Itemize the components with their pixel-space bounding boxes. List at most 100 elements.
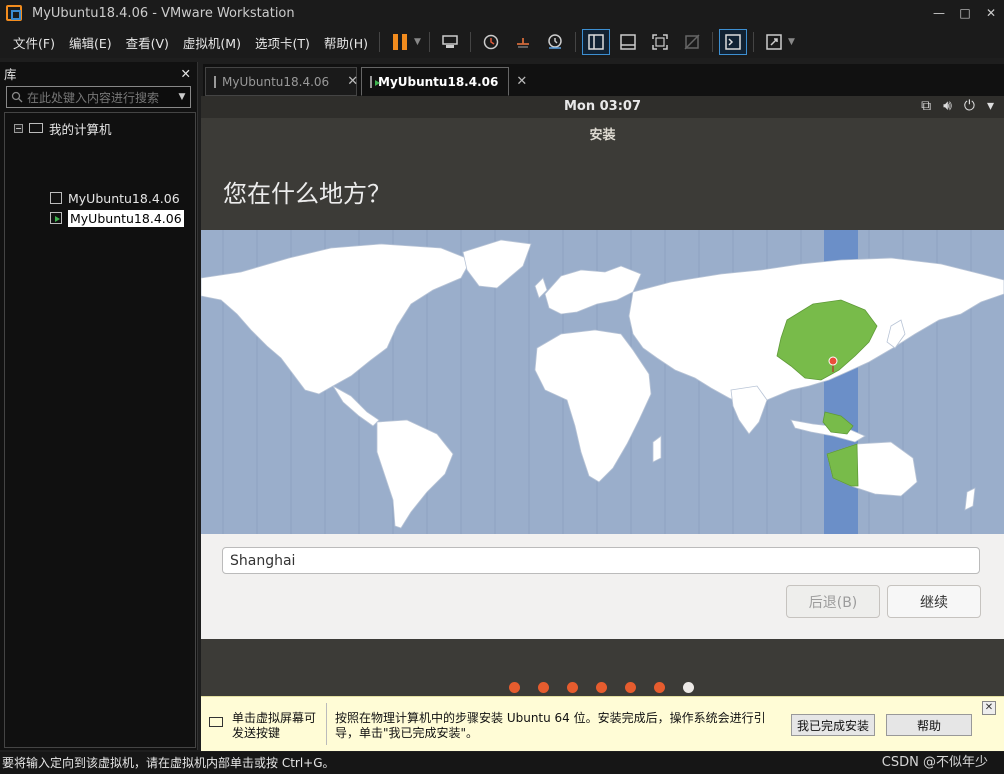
pause-icon <box>393 34 408 50</box>
window-controls: — □ ✕ <box>926 0 1004 26</box>
network-icon[interactable]: ⧉ <box>921 98 931 114</box>
snapshot-manager-button[interactable] <box>541 29 569 55</box>
progress-dot-current <box>683 682 694 693</box>
watermark: CSDN @不似年少 <box>881 755 988 770</box>
install-hint-bar: 单击虚拟屏幕可发送按键 按照在物理计算机中的步骤安装 Ubuntu 64 位。安… <box>201 696 1004 751</box>
vm-icon <box>50 192 62 204</box>
power-icon[interactable]: ⏻ <box>964 98 975 114</box>
volume-icon[interactable]: 🔊︎ <box>943 98 952 114</box>
tab-close-icon[interactable]: ✕ <box>347 74 358 89</box>
send-ctrl-alt-del-button[interactable] <box>436 29 464 55</box>
stretch-icon <box>766 34 782 50</box>
thumbnail-layout-icon <box>620 34 636 50</box>
pause-dropdown-icon[interactable]: ▼ <box>414 37 421 47</box>
library-search-box[interactable]: 在此处键入内容进行搜索 ▼ <box>6 86 191 108</box>
system-menu-chevron-icon[interactable]: ▾ <box>987 98 994 114</box>
tab-label: MyUbuntu18.4.06 <box>378 74 499 89</box>
maximize-button[interactable]: □ <box>952 0 978 26</box>
vmware-logo-icon <box>6 5 22 21</box>
progress-dot <box>538 682 549 693</box>
install-hint-text: 按照在物理计算机中的步骤安装 Ubuntu 64 位。安装完成后，操作系统会进行… <box>335 711 766 740</box>
library-layout-icon <box>588 34 604 50</box>
stretch-dropdown-icon[interactable]: ▼ <box>788 37 795 47</box>
continue-button[interactable]: 继续 <box>887 585 981 618</box>
timezone-map[interactable] <box>201 230 1004 534</box>
library-search-input[interactable]: 在此处键入内容进行搜索 <box>27 89 174 106</box>
timezone-city-input[interactable] <box>222 547 980 574</box>
tab-vm-2[interactable]: MyUbuntu18.4.06 ✕ <box>361 67 527 96</box>
gnome-top-bar: Mon 03:07 ⧉ 🔊︎ ⏻ ▾ <box>201 96 1004 118</box>
tree-node-my-computer[interactable]: − 我的计算机 <box>14 119 112 137</box>
menu-help[interactable]: 帮助(H) <box>317 33 375 52</box>
show-library-button[interactable] <box>581 29 610 55</box>
full-screen-button[interactable] <box>646 29 674 55</box>
menu-edit[interactable]: 编辑(E) <box>62 33 119 52</box>
tree-vm-item[interactable]: MyUbuntu18.4.06 <box>50 189 180 207</box>
title-bar: MyUbuntu18.4.06 - VMware Workstation — □… <box>0 0 1004 26</box>
library-tree: − 我的计算机 MyUbuntu18.4.06 MyUbuntu18.4.06 <box>4 112 196 748</box>
tab-bar: MyUbuntu18.4.06 ✕ MyUbuntu18.4.06 ✕ <box>203 64 1004 96</box>
guest-screen[interactable]: Mon 03:07 ⧉ 🔊︎ ⏻ ▾ 安装 您在什么地方？ Shanghai 后… <box>201 96 1004 696</box>
menu-vm[interactable]: 虚拟机(M) <box>176 33 248 52</box>
unity-mode-button[interactable] <box>678 29 706 55</box>
revert-icon <box>516 38 529 48</box>
library-title: 库 <box>4 66 17 82</box>
fullscreen-icon <box>652 34 668 50</box>
snapshot-manager-icon <box>548 34 562 49</box>
tab-vm-1[interactable]: MyUbuntu18.4.06 ✕ <box>205 67 358 96</box>
menu-file[interactable]: 文件(F) <box>6 33 62 52</box>
continents <box>201 239 1004 529</box>
menu-bar: 文件(F) 编辑(E) 查看(V) 虚拟机(M) 选项卡(T) 帮助(H) ▼ <box>0 26 1004 58</box>
clock[interactable]: Mon 03:07 <box>201 99 1004 114</box>
help-button[interactable]: 帮助 <box>886 714 972 736</box>
keyboard-icon <box>209 717 223 727</box>
divider <box>326 703 327 745</box>
progress-dot <box>509 682 520 693</box>
toolbar: ▼ ▼ <box>375 26 799 58</box>
vmware-window: MyUbuntu18.4.06 - VMware Workstation — □… <box>0 0 1004 774</box>
installer-title: 安装 <box>201 122 1004 150</box>
tree-vm-label: MyUbuntu18.4.06 <box>68 209 184 227</box>
toolbar-separator <box>711 32 713 52</box>
click-hint-text: 单击虚拟屏幕可发送按键 <box>232 711 317 740</box>
progress-dot <box>625 682 636 693</box>
window-title: MyUbuntu18.4.06 - VMware Workstation <box>32 5 295 21</box>
world-map[interactable] <box>201 230 1004 534</box>
tree-vm-label: MyUbuntu18.4.06 <box>68 190 180 206</box>
back-button[interactable]: 后退(B) <box>786 585 880 618</box>
library-panel: 库 ✕ 在此处键入内容进行搜索 ▼ − 我的计算机 MyUbuntu18.4.0… <box>0 62 198 750</box>
search-dropdown-icon[interactable]: ▼ <box>174 92 190 102</box>
unity-disabled-icon <box>684 34 700 50</box>
toolbar-separator <box>379 32 381 52</box>
minimize-button[interactable]: — <box>926 0 952 26</box>
install-progress-dots <box>201 682 1004 694</box>
pause-button[interactable] <box>386 29 414 55</box>
installer-form: 后退(B) 继续 <box>201 534 1004 639</box>
search-icon <box>11 91 23 103</box>
tree-vm-item-selected[interactable]: MyUbuntu18.4.06 <box>50 209 184 227</box>
stretch-guest-button[interactable] <box>760 29 788 55</box>
thumbnail-bar-button[interactable] <box>614 29 642 55</box>
close-window-button[interactable]: ✕ <box>978 0 1004 26</box>
tab-close-icon[interactable]: ✕ <box>516 74 527 89</box>
status-text: 要将输入定向到该虚拟机，请在虚拟机内部单击或按 Ctrl+G。 <box>2 756 335 770</box>
close-hint-button[interactable]: ✕ <box>982 701 996 715</box>
library-close-button[interactable]: ✕ <box>181 66 191 81</box>
snapshot-clock-icon <box>483 34 499 50</box>
menu-view[interactable]: 查看(V) <box>119 33 176 52</box>
tree-node-label: 我的计算机 <box>49 121 112 137</box>
menu-tabs[interactable]: 选项卡(T) <box>248 33 317 52</box>
snapshot-button[interactable] <box>477 29 505 55</box>
page-title: 您在什么地方？ <box>223 180 391 208</box>
vm-icon <box>214 75 216 88</box>
revert-snapshot-button[interactable] <box>509 29 537 55</box>
console-view-button[interactable] <box>718 29 747 55</box>
toolbar-separator <box>469 32 471 52</box>
collapse-icon[interactable]: − <box>14 123 23 133</box>
progress-dot <box>654 682 665 693</box>
system-tray[interactable]: ⧉ 🔊︎ ⏻ ▾ <box>921 98 994 114</box>
terminal-icon <box>725 34 741 50</box>
vm-running-icon <box>50 212 62 224</box>
finished-install-button[interactable]: 我已完成安装 <box>791 714 875 736</box>
status-bar: 要将输入定向到该虚拟机，请在虚拟机内部单击或按 Ctrl+G。 CSDN @不似… <box>0 752 1004 774</box>
